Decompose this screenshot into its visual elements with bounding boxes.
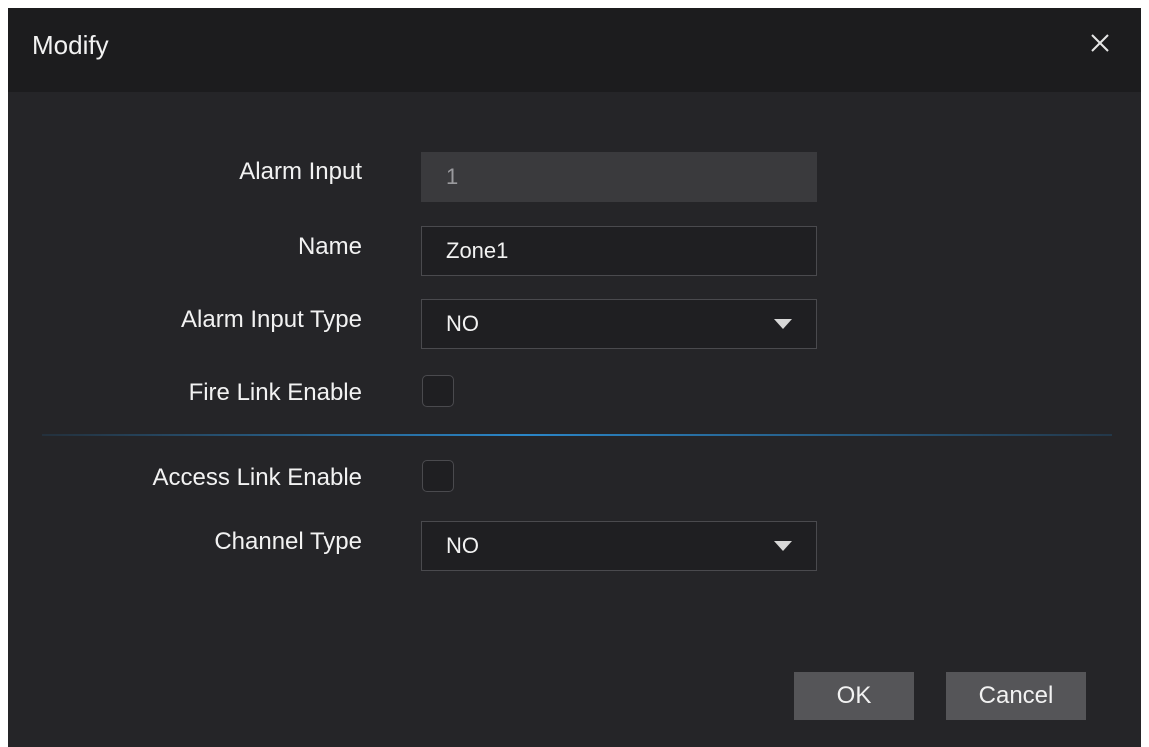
alarm-input-value: 1	[446, 164, 459, 189]
name-input[interactable]: Zone1	[421, 226, 817, 276]
channel-type-label: Channel Type	[214, 528, 362, 555]
dialog-titlebar: Modify	[8, 8, 1141, 92]
alarm-input-type-value: NO	[446, 311, 479, 336]
channel-type-select[interactable]: NO	[421, 521, 817, 571]
alarm-input-field: 1	[421, 152, 817, 202]
chevron-down-icon	[774, 319, 792, 329]
chevron-down-icon	[774, 541, 792, 551]
alarm-input-type-label: Alarm Input Type	[181, 306, 362, 333]
close-icon[interactable]	[1087, 30, 1113, 56]
dialog-title: Modify	[32, 30, 109, 60]
access-link-enable-label: Access Link Enable	[152, 464, 362, 491]
ok-button[interactable]: OK	[794, 672, 914, 720]
section-divider	[42, 434, 1112, 436]
name-label: Name	[297, 233, 362, 260]
modify-dialog: Modify Alarm Input 1 Name Zone1 Alarm In…	[8, 8, 1141, 747]
cancel-button[interactable]: Cancel	[946, 672, 1086, 720]
fire-link-enable-checkbox[interactable]	[422, 375, 454, 407]
name-value: Zone1	[446, 238, 509, 263]
access-link-enable-checkbox[interactable]	[422, 460, 454, 492]
alarm-input-type-select[interactable]: NO	[421, 299, 817, 349]
channel-type-value: NO	[446, 533, 479, 558]
fire-link-enable-label: Fire Link Enable	[188, 379, 362, 406]
alarm-input-label: Alarm Input	[239, 158, 362, 185]
